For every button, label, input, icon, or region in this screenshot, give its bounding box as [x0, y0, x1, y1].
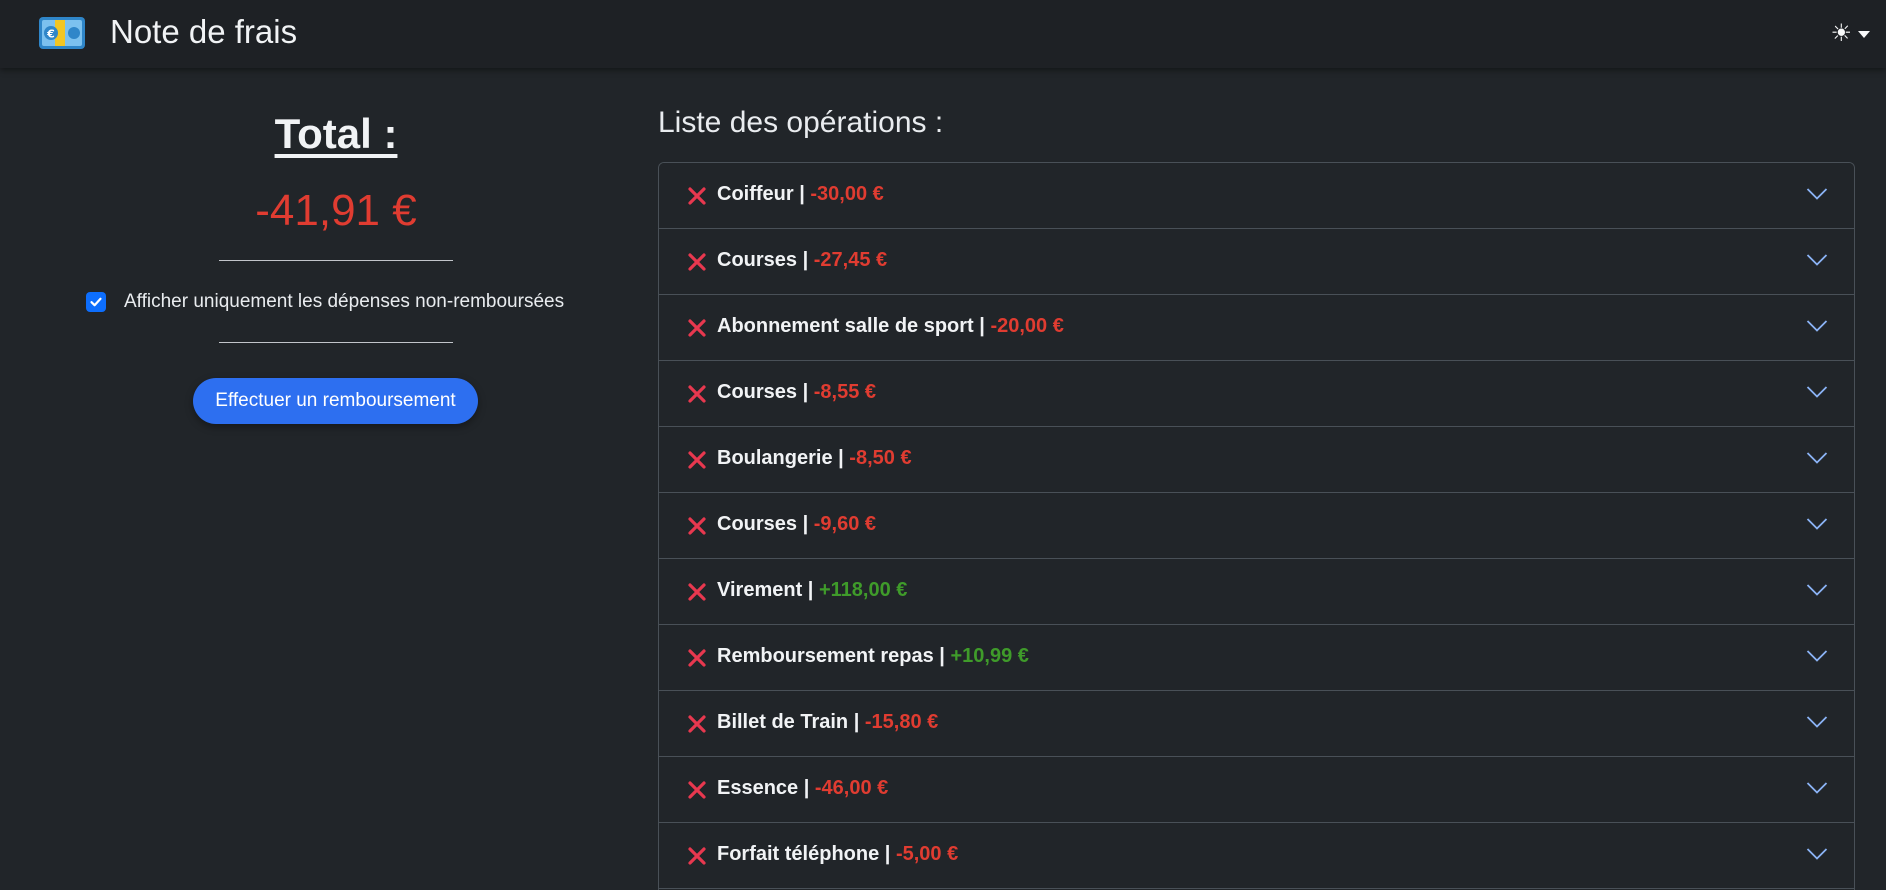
delete-x-icon[interactable]: [687, 318, 707, 338]
operation-row[interactable]: Courses | -27,45 €: [659, 229, 1854, 295]
chevron-down-icon[interactable]: [1806, 583, 1828, 597]
delete-x-icon[interactable]: [687, 516, 707, 536]
chevron-down-icon[interactable]: [1806, 781, 1828, 795]
operation-amount: -15,80 €: [864, 711, 939, 733]
operation-label: Boulangerie: [717, 447, 833, 469]
delete-x-icon[interactable]: [687, 252, 707, 272]
delete-x-icon[interactable]: [687, 780, 707, 800]
operation-amount: +10,99 €: [950, 645, 1029, 667]
operations-title: Liste des opérations :: [658, 106, 944, 139]
operation-amount: -46,00 €: [814, 777, 889, 799]
operation-row[interactable]: Virement | +118,00 €: [659, 559, 1854, 625]
operation-label: Courses: [717, 381, 798, 403]
chevron-down-icon[interactable]: [1806, 649, 1828, 663]
delete-x-icon[interactable]: [687, 714, 707, 734]
sun-icon: ☀: [1830, 20, 1852, 47]
unreimbursed-checkbox[interactable]: [86, 292, 106, 312]
operation-amount: +118,00 €: [818, 579, 908, 601]
operation-label: Courses: [717, 249, 798, 271]
total-amount: -41,91 €: [255, 186, 417, 235]
chevron-down-icon[interactable]: [1806, 385, 1828, 399]
app-title[interactable]: Note de frais: [110, 13, 297, 51]
operation-row[interactable]: Abonnement salle de sport | -20,00 €: [659, 295, 1854, 361]
operation-label: Forfait téléphone: [717, 843, 880, 865]
operation-label: Remboursement repas: [717, 645, 934, 667]
chevron-down-icon[interactable]: [1806, 319, 1828, 333]
navbar: € Note de frais ☀: [0, 0, 1886, 68]
refund-button[interactable]: Effectuer un remboursement: [193, 378, 478, 424]
chevron-down-icon[interactable]: [1806, 253, 1828, 267]
operation-amount: -8,55 €: [813, 381, 877, 403]
delete-x-icon[interactable]: [687, 450, 707, 470]
operation-label: Coiffeur: [717, 183, 794, 205]
operation-label: Courses: [717, 513, 798, 535]
summary-panel: Total : -41,91 € Afficher uniquement les…: [0, 68, 672, 890]
operation-row[interactable]: Remboursement repas | +10,99 €: [659, 625, 1854, 691]
check-icon: [90, 297, 102, 307]
operation-row[interactable]: Forfait téléphone | -5,00 €: [659, 823, 1854, 889]
operation-row[interactable]: Courses | -9,60 €: [659, 493, 1854, 559]
chevron-down-icon[interactable]: [1806, 847, 1828, 861]
chevron-down-icon[interactable]: [1806, 715, 1828, 729]
chevron-down-icon[interactable]: [1806, 451, 1828, 465]
operations-accordion: Coiffeur | -30,00 € Courses | -27,45 € A…: [658, 162, 1855, 890]
delete-x-icon[interactable]: [687, 846, 707, 866]
banknote-euro-icon[interactable]: €: [38, 14, 86, 52]
operation-amount: -27,45 €: [813, 249, 888, 271]
operation-amount: -5,00 €: [895, 843, 959, 865]
operation-label: Billet de Train: [717, 711, 849, 733]
delete-x-icon[interactable]: [687, 648, 707, 668]
unreimbursed-filter-label[interactable]: Afficher uniquement les dépenses non-rem…: [124, 291, 564, 313]
theme-toggle-dropdown[interactable]: ☀: [1830, 20, 1870, 48]
operation-row[interactable]: Boulangerie | -8,50 €: [659, 427, 1854, 493]
operation-label: Essence: [717, 777, 799, 799]
divider: [219, 342, 453, 343]
operation-row[interactable]: Coiffeur | -30,00 €: [659, 163, 1854, 229]
delete-x-icon[interactable]: [687, 582, 707, 602]
operation-amount: -8,50 €: [849, 447, 912, 469]
delete-x-icon[interactable]: [687, 384, 707, 404]
unreimbursed-filter[interactable]: Afficher uniquement les dépenses non-rem…: [86, 290, 564, 314]
operation-row[interactable]: Billet de Train | -15,80 €: [659, 691, 1854, 757]
divider: [219, 260, 453, 261]
caret-down-icon: [1858, 30, 1870, 38]
operation-amount: -9,60 €: [813, 513, 877, 535]
operation-row[interactable]: Courses | -8,55 €: [659, 361, 1854, 427]
operation-label: Abonnement salle de sport: [717, 315, 974, 337]
svg-text:€: €: [46, 28, 55, 41]
delete-x-icon[interactable]: [687, 186, 707, 206]
chevron-down-icon[interactable]: [1806, 187, 1828, 201]
operation-amount: -20,00 €: [990, 315, 1064, 337]
chevron-down-icon[interactable]: [1806, 517, 1828, 531]
operation-label: Virement: [717, 579, 803, 601]
operation-row[interactable]: Essence | -46,00 €: [659, 757, 1854, 823]
total-heading: Total :: [274, 110, 398, 157]
operation-amount: -30,00 €: [810, 183, 884, 205]
